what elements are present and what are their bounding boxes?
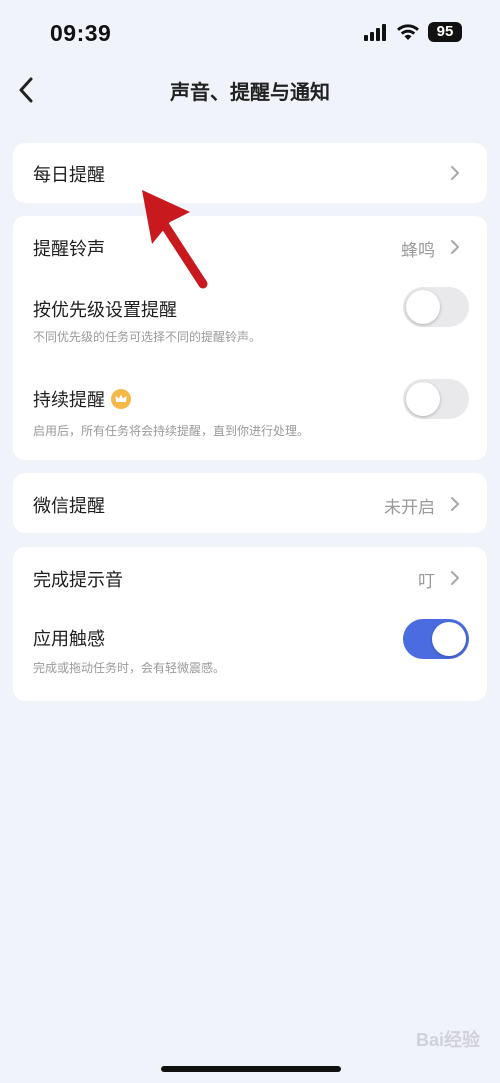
complete-sound-row[interactable]: 完成提示音 叮 (13, 547, 487, 609)
priority-description: 不同优先级的任务可选择不同的提醒铃声。 (33, 330, 262, 344)
haptics-description: 完成或拖动任务时，会有轻微震感。 (33, 661, 226, 675)
wechat-row[interactable]: 微信提醒 未开启 (13, 473, 487, 533)
toggle-knob (406, 382, 440, 416)
chevron-right-icon (449, 165, 461, 181)
haptics-row: 应用触感 完成或拖动任务时，会有轻微震感。 (13, 609, 487, 701)
page-title: 声音、提醒与通知 (170, 80, 330, 104)
haptics-label: 应用触感 (33, 629, 105, 650)
battery-icon: 95 (428, 22, 462, 42)
haptics-toggle[interactable] (403, 619, 469, 659)
continuous-toggle[interactable] (403, 379, 469, 419)
wechat-label: 微信提醒 (33, 496, 105, 517)
continuous-label: 持续提醒 (33, 386, 131, 412)
ringtone-value: 蜂鸣 (401, 241, 435, 261)
watermark: Bai经验 (415, 1030, 480, 1050)
cellular-signal-icon (364, 23, 388, 41)
status-bar: 09:39 95 (0, 0, 500, 66)
daily-reminder-card: 每日提醒 (13, 143, 487, 203)
feedback-card: 完成提示音 叮 应用触感 完成或拖动任务时，会有轻微震感。 (13, 547, 487, 701)
ringtone-row[interactable]: 提醒铃声 蜂鸣 (13, 216, 487, 278)
continuous-label-text: 持续提醒 (33, 390, 105, 411)
ringtone-label: 提醒铃声 (33, 239, 105, 260)
toggle-knob (432, 622, 466, 656)
daily-reminder-row[interactable]: 每日提醒 (13, 143, 487, 203)
priority-row: 按优先级设置提醒 不同优先级的任务可选择不同的提醒铃声。 (13, 278, 487, 368)
chevron-right-icon (449, 239, 461, 255)
wechat-value: 未开启 (384, 498, 435, 518)
chevron-right-icon (449, 496, 461, 512)
reminder-settings-card: 提醒铃声 蜂鸣 按优先级设置提醒 不同优先级的任务可选择不同的提醒铃声。 持续提… (13, 216, 487, 460)
nav-bar: 声音、提醒与通知 (0, 66, 500, 114)
continuous-row: 持续提醒 启用后，所有任务将会持续提醒，直到你进行处理。 (13, 368, 487, 460)
daily-reminder-label: 每日提醒 (33, 165, 105, 186)
toggle-knob (406, 290, 440, 324)
priority-toggle[interactable] (403, 287, 469, 327)
wifi-icon (396, 23, 420, 41)
complete-sound-label: 完成提示音 (33, 570, 123, 591)
wechat-card: 微信提醒 未开启 (13, 473, 487, 533)
status-time: 09:39 (50, 20, 112, 46)
priority-label: 按优先级设置提醒 (33, 300, 177, 321)
continuous-description: 启用后，所有任务将会持续提醒，直到你进行处理。 (33, 424, 310, 438)
status-icons: 95 (364, 22, 462, 42)
chevron-right-icon (449, 570, 461, 586)
home-indicator (161, 1066, 341, 1072)
complete-sound-value: 叮 (418, 572, 435, 592)
crown-icon (111, 389, 131, 409)
